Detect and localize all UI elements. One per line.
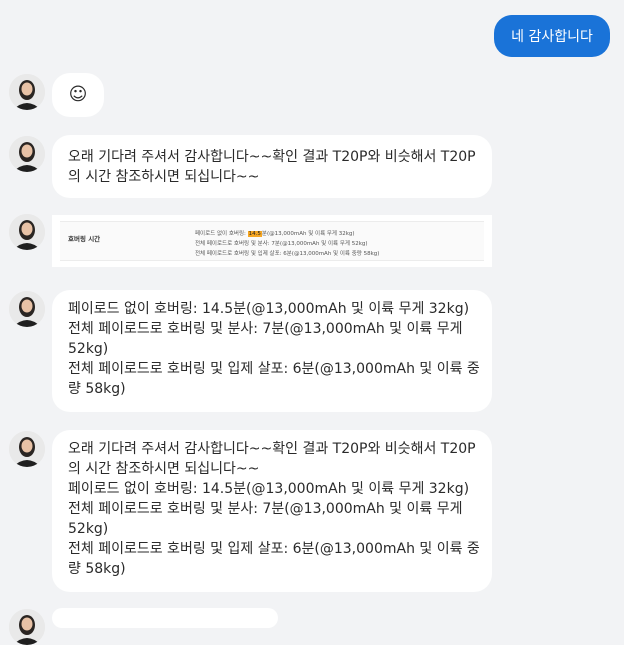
agent-message-bubble: 오래 기다려 주셔서 감사합니다~~확인 결과 T20P와 비슷해서 T20P … <box>52 430 492 592</box>
user-message-text: 네 감사합니다 <box>511 29 593 45</box>
message-line: 전체 페이로드로 호버링 및 입제 살포: 6분(@13,000mAh 및 이륙… <box>68 361 480 377</box>
message-line: 52kg) <box>68 521 109 537</box>
spec-line-2: 전체 페이로드로 호버링 및 분사: 7분(@13,000mAh 및 이륙 무게… <box>195 241 368 247</box>
message-line: 오래 기다려 주셔서 감사합니다~~확인 결과 T20P와 비슷해서 T20P <box>68 149 476 165</box>
agent-message-bubble: 페이로드 없이 호버링: 14.5분(@13,000mAh 및 이륙 무게 32… <box>52 290 492 412</box>
message-line: 오래 기다려 주셔서 감사합니다~~확인 결과 T20P와 비슷해서 T20P <box>68 441 476 457</box>
message-line: 전체 페이로드로 호버링 및 분사: 7분(@13,000mAh 및 이륙 무게 <box>68 321 463 337</box>
spec-highlight: 14.5 <box>247 231 262 237</box>
spec-line-1: 페이로드 없이 호버링: 14.5분(@13,000mAh 및 이륙 무게 32… <box>195 231 355 237</box>
spec-image-message[interactable]: 호버링 시간 페이로드 없이 호버링: 14.5분(@13,000mAh 및 이… <box>52 215 492 267</box>
message-line: 전체 페이로드로 호버링 및 분사: 7분(@13,000mAh 및 이륙 무게 <box>68 501 463 517</box>
agent-message-bubble: 오래 기다려 주셔서 감사합니다~~확인 결과 T20P와 비슷해서 T20P … <box>52 135 492 198</box>
agent-avatar <box>9 74 45 110</box>
message-line: 량 58kg) <box>68 381 126 397</box>
message-line: 의 시간 참조하시면 되십니다~~ <box>68 169 260 185</box>
agent-message-bubble-partial <box>52 608 278 628</box>
agent-avatar <box>9 136 45 172</box>
smile-emoji: ☺ <box>68 84 88 105</box>
message-line: 페이로드 없이 호버링: 14.5분(@13,000mAh 및 이륙 무게 32… <box>68 301 470 317</box>
emoji-message-bubble: ☺ <box>52 73 104 117</box>
message-line: 페이로드 없이 호버링: 14.5분(@13,000mAh 및 이륙 무게 32… <box>68 481 470 497</box>
spec-lines: 페이로드 없이 호버링: 14.5분(@13,000mAh 및 이륙 무게 32… <box>195 229 379 259</box>
agent-avatar <box>9 609 45 645</box>
spec-screenshot-image: 호버링 시간 페이로드 없이 호버링: 14.5분(@13,000mAh 및 이… <box>60 221 484 261</box>
agent-avatar <box>9 214 45 250</box>
agent-avatar <box>9 291 45 327</box>
message-line: 량 58kg) <box>68 561 126 577</box>
spec-label: 호버링 시간 <box>68 235 101 243</box>
spec-line-3: 전체 페이로드로 호버링 및 입제 살포: 6분(@13,000mAh 및 이륙… <box>195 251 380 257</box>
message-line: 의 시간 참조하시면 되십니다~~ <box>68 461 260 477</box>
message-line: 52kg) <box>68 341 109 357</box>
user-message-bubble: 네 감사합니다 <box>494 15 610 57</box>
message-line: 전체 페이로드로 호버링 및 입제 살포: 6분(@13,000mAh 및 이륙… <box>68 541 480 557</box>
agent-avatar <box>9 431 45 467</box>
